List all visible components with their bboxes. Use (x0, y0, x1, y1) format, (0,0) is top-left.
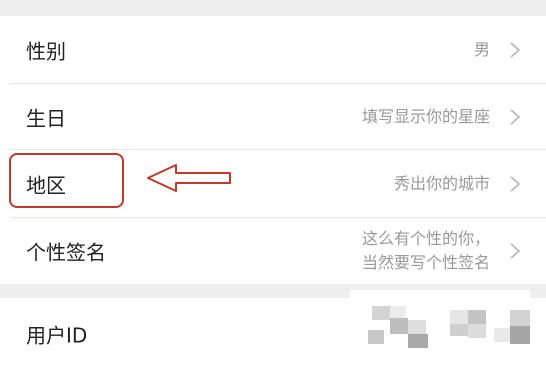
signature-value-line-2: 当然要写个性签名 (361, 253, 490, 272)
chevron-right-icon (510, 109, 521, 125)
profile-settings-screen: 性别 男 生日 填写显示你的星座 地区 秀出你的城市 个性签名 这么有个性的你，… (0, 0, 546, 370)
region-value: 秀出你的城市 (393, 174, 490, 193)
settings-row-signature[interactable]: 个性签名 这么有个性的你， 当然要写个性签名 (0, 218, 546, 284)
redacted-user-id-mosaic (350, 290, 530, 356)
section-divider-top (0, 0, 546, 16)
settings-row-gender[interactable]: 性别 男 (0, 16, 546, 84)
user-id-label: 用户ID (26, 323, 88, 348)
settings-row-birthday[interactable]: 生日 填写显示你的星座 (0, 84, 546, 150)
birthday-value: 填写显示你的星座 (361, 107, 490, 126)
gender-label: 性别 (26, 39, 66, 64)
birthday-label: 生日 (26, 106, 66, 131)
chevron-right-icon (510, 42, 521, 58)
signature-label: 个性签名 (26, 240, 106, 265)
signature-value-line-1: 这么有个性的你， (361, 229, 490, 248)
chevron-right-icon (510, 243, 521, 259)
signature-value: 这么有个性的你， 当然要写个性签名 (362, 227, 490, 275)
region-highlight-box (9, 153, 124, 208)
gender-value: 男 (473, 40, 490, 59)
left-arrow-outline-icon (147, 164, 231, 192)
chevron-right-icon (510, 176, 521, 192)
